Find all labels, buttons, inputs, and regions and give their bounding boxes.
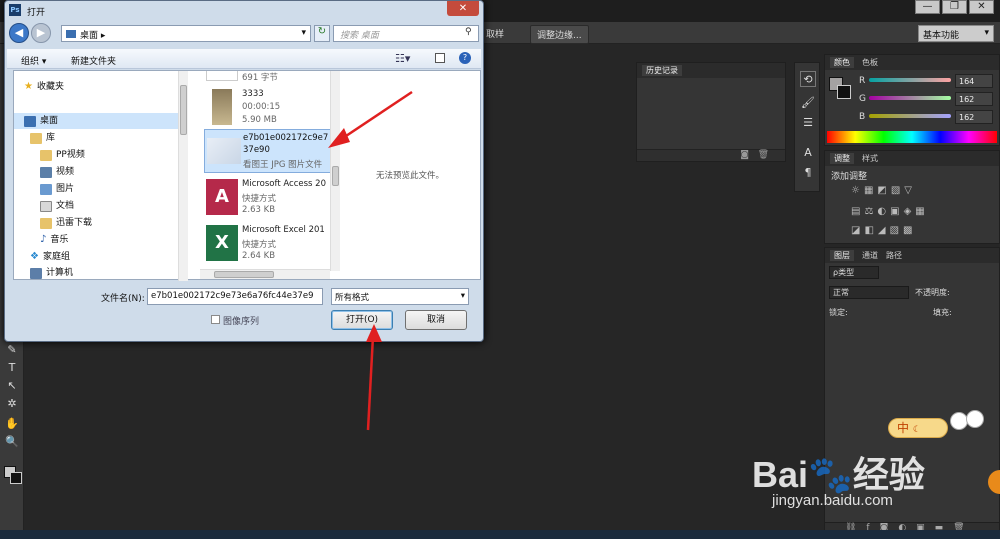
ime-label: 中 xyxy=(897,421,910,435)
arrow-to-open xyxy=(366,335,375,431)
ime-toolbar[interactable]: 中 ☾ xyxy=(888,418,948,438)
arrowhead-open xyxy=(366,324,382,342)
moon-icon: ☾ xyxy=(912,425,921,435)
mascot-image xyxy=(948,404,988,440)
arrow-to-file xyxy=(339,90,413,142)
arrowhead-file xyxy=(328,128,350,148)
watermark-brand: Bai🐾经验 xyxy=(752,454,925,495)
taskbar xyxy=(0,530,1000,539)
watermark-url: jingyan.baidu.com xyxy=(772,492,893,509)
paw-icon: 🐾 xyxy=(808,454,853,495)
